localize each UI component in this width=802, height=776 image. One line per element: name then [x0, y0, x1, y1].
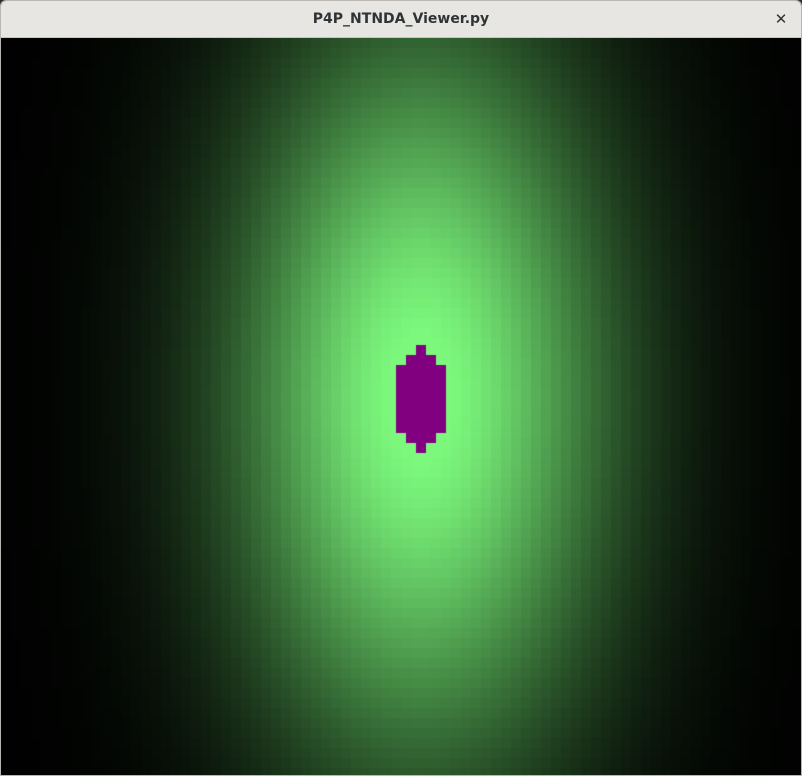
- title-bar[interactable]: P4P_NTNDA_Viewer.py ✕: [1, 1, 801, 38]
- close-icon[interactable]: ✕: [769, 7, 793, 31]
- window-title: P4P_NTNDA_Viewer.py: [312, 11, 490, 27]
- image-canvas[interactable]: [1, 38, 801, 775]
- viewer-window: P4P_NTNDA_Viewer.py ✕: [0, 0, 802, 776]
- detector-image[interactable]: [1, 38, 801, 775]
